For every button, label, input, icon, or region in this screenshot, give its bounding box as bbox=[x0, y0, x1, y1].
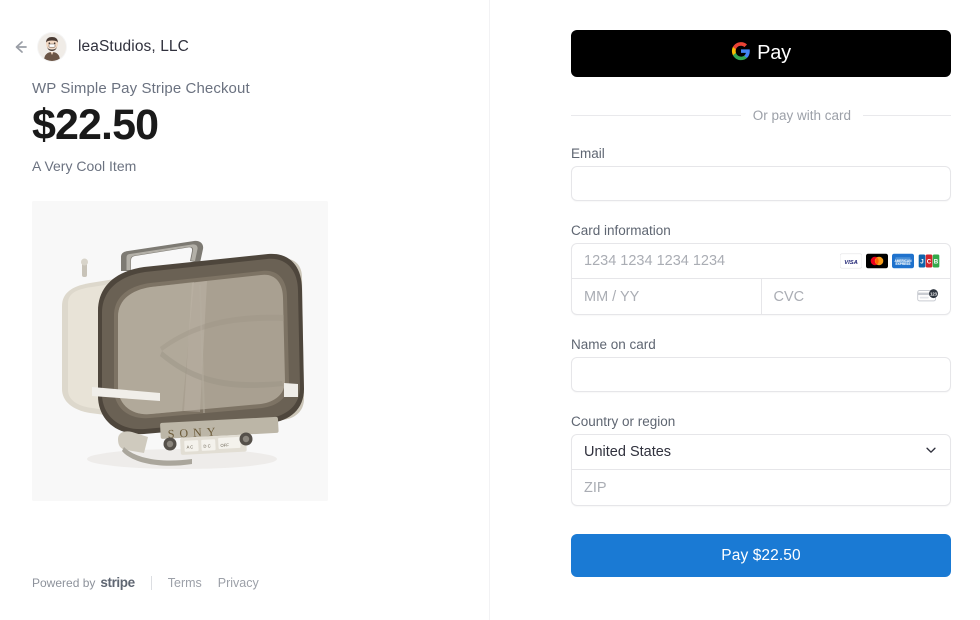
product-price: $22.50 bbox=[32, 101, 159, 149]
avatar bbox=[38, 33, 66, 61]
name-on-card-input[interactable] bbox=[571, 357, 951, 392]
name-on-card-label: Name on card bbox=[571, 337, 656, 352]
chevron-down-icon bbox=[924, 443, 938, 461]
card-number-placeholder: 1234 1234 1234 1234 bbox=[584, 253, 726, 269]
name-on-card-group: Name on card bbox=[571, 337, 951, 392]
powered-by-label: Powered by bbox=[32, 575, 96, 590]
zip-input[interactable]: ZIP bbox=[572, 470, 950, 505]
svg-text:OFF: OFF bbox=[220, 443, 229, 448]
divider-label: Or pay with card bbox=[752, 107, 851, 123]
email-label: Email bbox=[571, 146, 605, 161]
card-field-group: Card information 1234 1234 1234 1234 VIS… bbox=[571, 223, 951, 315]
google-pay-inner: Pay bbox=[731, 41, 791, 66]
back-arrow-icon[interactable] bbox=[8, 35, 32, 59]
zip-placeholder: ZIP bbox=[584, 479, 607, 496]
card-brand-icons: VISA AMERICAN EXPRESS J C B bbox=[840, 253, 940, 269]
card-expiry-input[interactable]: MM / YY bbox=[572, 279, 762, 314]
country-region-label: Country or region bbox=[571, 414, 676, 429]
card-expiry-cvc-row: MM / YY CVC 123 bbox=[572, 279, 950, 314]
email-field-group: Email bbox=[571, 146, 951, 201]
card-number-input[interactable]: 1234 1234 1234 1234 VISA AMERICAN EXPRES… bbox=[572, 244, 950, 279]
card-information-label: Card information bbox=[571, 223, 671, 238]
merchant-name: leaStudios, LLC bbox=[78, 38, 189, 55]
amex-icon: AMERICAN EXPRESS bbox=[892, 253, 914, 269]
mastercard-icon bbox=[866, 253, 888, 269]
vintage-tv-illustration: SONY A C D C OFF bbox=[32, 201, 328, 502]
svg-text:VISA: VISA bbox=[844, 260, 858, 266]
footer-divider bbox=[150, 575, 152, 590]
stripe-checkout-page: leaStudios, LLC WP Simple Pay Stripe Che… bbox=[0, 0, 980, 620]
product-block: WP Simple Pay Stripe Checkout $22.50 A V… bbox=[0, 60, 489, 174]
card-number-row: 1234 1234 1234 1234 VISA AMERICAN EXPRES… bbox=[572, 244, 950, 279]
merchant-header: leaStudios, LLC bbox=[0, 0, 489, 61]
order-summary-panel: leaStudios, LLC WP Simple Pay Stripe Che… bbox=[0, 0, 490, 620]
card-cvc-input[interactable]: CVC 123 bbox=[762, 279, 951, 314]
product-image: SONY A C D C OFF bbox=[32, 201, 328, 502]
country-select[interactable]: United States bbox=[572, 435, 950, 470]
visa-icon: VISA bbox=[840, 253, 862, 269]
svg-text:B: B bbox=[934, 258, 939, 265]
card-information-group: 1234 1234 1234 1234 VISA AMERICAN EXPRES… bbox=[571, 243, 951, 315]
privacy-link[interactable]: Privacy bbox=[218, 576, 259, 590]
divider-line-right bbox=[863, 114, 951, 116]
svg-text:123: 123 bbox=[930, 291, 938, 296]
country-selected-value: United States bbox=[584, 444, 672, 460]
pay-button[interactable]: Pay $22.50 bbox=[571, 534, 951, 577]
svg-text:D C: D C bbox=[203, 444, 210, 449]
svg-text:C: C bbox=[927, 258, 932, 265]
stripe-logo: stripe bbox=[100, 575, 135, 590]
svg-text:A C: A C bbox=[186, 444, 193, 449]
country-zip-group: United States ZIP bbox=[571, 434, 951, 506]
or-pay-with-card-divider: Or pay with card bbox=[571, 106, 951, 124]
product-description: A Very Cool Item bbox=[32, 158, 137, 175]
google-g-icon bbox=[731, 41, 751, 66]
google-pay-label: Pay bbox=[757, 42, 791, 64]
product-title: WP Simple Pay Stripe Checkout bbox=[32, 80, 250, 97]
svg-text:J: J bbox=[920, 258, 924, 265]
cvc-card-icon: 123 bbox=[917, 287, 939, 306]
terms-link[interactable]: Terms bbox=[168, 576, 202, 590]
email-input[interactable] bbox=[571, 166, 951, 201]
card-expiry-placeholder: MM / YY bbox=[584, 288, 640, 305]
payment-form-panel: Pay Or pay with card Email Card informat… bbox=[490, 0, 980, 620]
card-cvc-placeholder: CVC bbox=[773, 288, 805, 305]
footer: Powered by stripe Terms Privacy bbox=[32, 575, 275, 590]
divider-line-left bbox=[571, 114, 741, 116]
google-pay-button[interactable]: Pay bbox=[571, 30, 951, 77]
svg-text:EXPRESS: EXPRESS bbox=[896, 262, 911, 266]
country-region-group: Country or region United States ZIP bbox=[571, 414, 951, 506]
powered-by-stripe: Powered by stripe bbox=[32, 575, 135, 590]
jcb-icon: J C B bbox=[918, 253, 940, 269]
